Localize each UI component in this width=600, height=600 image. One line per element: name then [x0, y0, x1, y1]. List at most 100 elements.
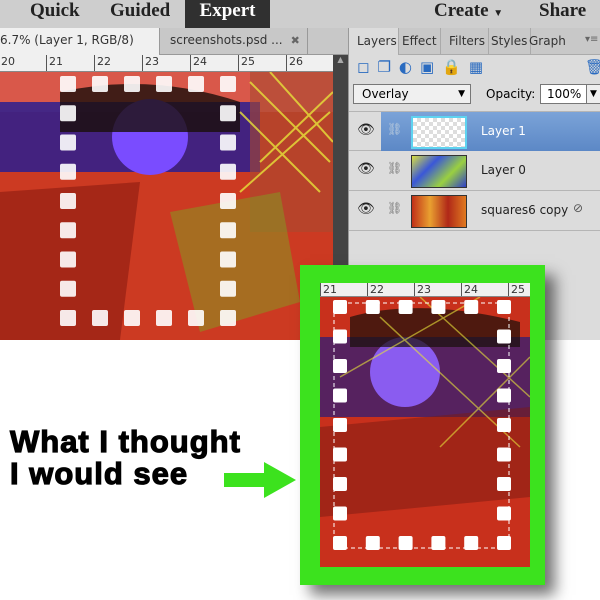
panel-menu-icon[interactable]: ▾≡: [585, 34, 598, 45]
blend-mode-select[interactable]: Overlay ▼: [353, 84, 471, 104]
caption-line-2: I would see: [9, 456, 189, 491]
ruler-tick-label: 21: [320, 283, 337, 296]
perforation-square: [333, 418, 347, 432]
perforation-square: [497, 506, 511, 521]
perforation-square: [60, 163, 76, 180]
perforation-square: [124, 310, 140, 326]
close-icon[interactable]: ✖: [291, 34, 300, 47]
caption-line-1: What I thought: [9, 424, 241, 459]
ruler-tick-label: 23: [414, 283, 431, 296]
perforation-square: [398, 536, 413, 550]
layer-row[interactable]: 👁 ⛓ Layer 0: [349, 151, 600, 191]
doc-tab-active[interactable]: 6.7% (Layer 1, RGB/8) *✖: [0, 28, 160, 72]
blend-mode-value: Overlay: [362, 87, 409, 101]
tab-filters[interactable]: Filters: [446, 28, 489, 55]
share-button[interactable]: Share: [539, 0, 586, 28]
perforation-square: [156, 76, 172, 92]
ruler-tick-label: 24: [190, 55, 207, 71]
perforation-square: [60, 193, 76, 209]
perforation-square: [220, 76, 236, 92]
eye-icon[interactable]: 👁: [357, 161, 375, 177]
create-menu[interactable]: Create ▼: [434, 0, 503, 28]
layer-name[interactable]: Layer 0: [481, 163, 526, 177]
perforation-square: [60, 280, 76, 297]
perforation-square: [333, 506, 347, 521]
eye-icon[interactable]: 👁: [357, 122, 375, 138]
tab-graphics[interactable]: Graph: [526, 28, 569, 55]
perforation-square: [188, 310, 204, 326]
layer-row[interactable]: 👁 ⛓ Layer 1: [349, 111, 600, 151]
perforation-square: [220, 163, 236, 180]
ruler-tick-label: 20: [0, 55, 15, 71]
layer-row[interactable]: 👁 ⛓ squares6 copy ⊘: [349, 191, 600, 231]
ruler-tick-label: 22: [94, 55, 111, 71]
link-icon[interactable]: ⛓: [387, 201, 402, 215]
opacity-value: 100%: [547, 87, 582, 101]
mode-expert[interactable]: Expert: [185, 0, 270, 28]
chevron-down-icon: ▼: [458, 89, 465, 99]
new-layer-icon[interactable]: ◻: [357, 58, 377, 76]
perforation-square: [365, 536, 380, 550]
perforation-square: [464, 300, 479, 314]
perforation-square: [156, 310, 172, 326]
new-group-icon[interactable]: ❐: [377, 58, 398, 76]
perforation-square: [497, 418, 511, 432]
perforation-square: [333, 359, 347, 373]
perforation-square: [60, 134, 76, 151]
smart-object-icon: ⊘: [573, 201, 584, 215]
perforation-square: [220, 251, 236, 268]
doc-tab[interactable]: screenshots.psd ... ✖: [160, 28, 308, 55]
perforation-square: [333, 300, 347, 314]
ruler-tick-label: 22: [367, 283, 384, 296]
perforation-square: [497, 359, 511, 373]
perforation-square: [60, 310, 76, 326]
ruler-tick-label: 21: [46, 55, 63, 71]
tab-styles[interactable]: Styles: [488, 28, 532, 55]
perforation-square: [220, 134, 236, 151]
perforation-square: [333, 477, 347, 491]
perforation-square: [60, 251, 76, 268]
perforation-square: [220, 310, 236, 326]
link-icon[interactable]: ⛓: [387, 161, 402, 175]
perforation-square: [497, 477, 511, 491]
ruler-tick-label: 25: [508, 283, 525, 296]
lock-icon[interactable]: 🔒: [442, 58, 469, 76]
perforation-square: [431, 300, 446, 314]
layer-thumbnail: [411, 155, 467, 188]
perforation-square: [497, 329, 511, 344]
document-canvas[interactable]: [0, 72, 333, 340]
perforation-square: [60, 76, 76, 92]
artwork: [0, 72, 333, 340]
scroll-up-icon[interactable]: ▲: [333, 55, 348, 64]
ruler-tick-label: 26: [286, 55, 303, 71]
perforation-square: [333, 329, 347, 344]
layer-name[interactable]: Layer 1: [481, 124, 526, 138]
perforation-square: [124, 76, 140, 92]
lock-transparency-icon[interactable]: ▦: [469, 58, 491, 76]
mode-quick[interactable]: Quick: [30, 0, 80, 28]
expected-result-frame: 21 22 23 24 25: [300, 265, 545, 585]
trash-icon[interactable]: 🗑: [585, 58, 600, 76]
eye-icon[interactable]: 👁: [357, 201, 375, 217]
perforation-square: [333, 447, 347, 462]
perforation-square: [333, 388, 347, 403]
tab-layers[interactable]: Layers: [349, 28, 399, 55]
perforation-square: [464, 536, 479, 550]
perforation-square: [398, 300, 413, 314]
perforation-square: [188, 76, 204, 92]
chevron-down-icon[interactable]: ▼: [586, 85, 600, 103]
perforation-square: [497, 300, 511, 314]
link-icon[interactable]: ⛓: [387, 122, 402, 136]
layer-name[interactable]: squares6 copy: [481, 203, 568, 217]
mode-guided[interactable]: Guided: [110, 0, 170, 28]
opacity-input[interactable]: 100% ▼: [540, 84, 600, 104]
caption: What I thought I would see: [9, 424, 241, 491]
perforation-square: [333, 536, 347, 550]
adjustment-layer-icon[interactable]: ◐: [399, 58, 420, 76]
perforation-square: [431, 536, 446, 550]
tab-effects[interactable]: Effect: [399, 28, 441, 55]
layer-thumbnail: [411, 195, 467, 228]
document-tabs: 6.7% (Layer 1, RGB/8) *✖ screenshots.psd…: [0, 28, 348, 72]
layer-mask-icon[interactable]: ▣: [420, 58, 442, 76]
inset-ruler: 21 22 23 24 25: [320, 283, 530, 297]
